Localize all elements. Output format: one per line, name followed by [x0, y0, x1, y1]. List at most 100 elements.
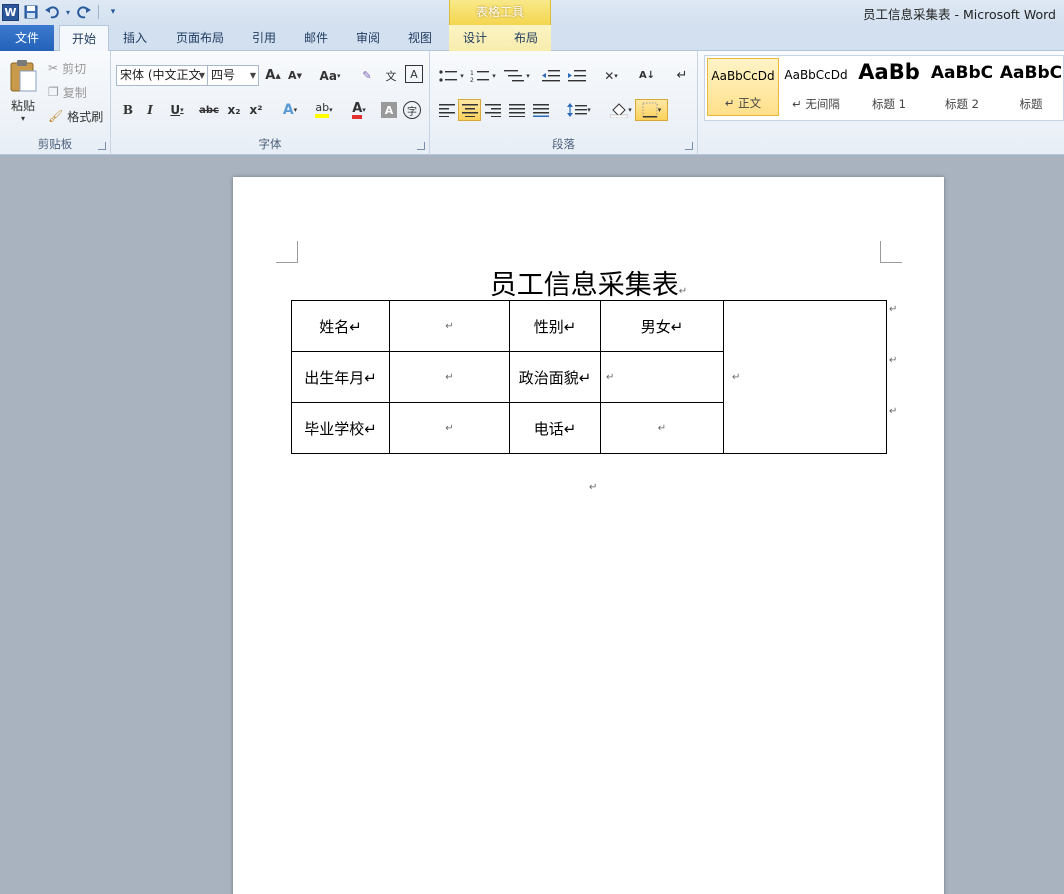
- superscript-button[interactable]: x²: [247, 100, 265, 120]
- document-title[interactable]: 员工信息采集表↵: [233, 263, 944, 302]
- tab-view[interactable]: 视图: [397, 25, 443, 51]
- sort-icon[interactable]: A↓: [636, 65, 658, 86]
- decrease-indent-icon[interactable]: [540, 65, 562, 86]
- line-spacing-icon[interactable]: ▾: [564, 99, 594, 120]
- underline-button[interactable]: U ▾: [164, 100, 190, 120]
- document-page[interactable]: 员工信息采集表↵ 姓名↵ ↵ 性别↵ 男女↵ ↵ 出生年月↵ ↵ 政治面貌↵ ↵…: [233, 177, 944, 894]
- paragraph-launcher-icon[interactable]: [685, 142, 693, 150]
- copy-icon: ❐: [48, 85, 59, 99]
- style-title[interactable]: AaBbC 标题: [999, 58, 1063, 116]
- italic-icon: I: [147, 103, 153, 117]
- tab-table-design[interactable]: 设计: [452, 25, 498, 51]
- employee-info-table: 姓名↵ ↵ 性别↵ 男女↵ ↵ 出生年月↵ ↵ 政治面貌↵ ↵ 毕业学校↵ ↵ …: [291, 300, 887, 454]
- photo-cell[interactable]: ↵: [723, 300, 887, 454]
- text-effects-button[interactable]: A ▾: [277, 100, 303, 120]
- font-launcher-icon[interactable]: [417, 142, 425, 150]
- table-cell-label[interactable]: 出生年月↵: [291, 351, 390, 403]
- font-color-button[interactable]: A ▾: [345, 100, 373, 120]
- quick-access-toolbar: W ▾ ▾: [2, 3, 122, 21]
- multilevel-list-icon[interactable]: ▾: [502, 65, 532, 86]
- tab-references[interactable]: 引用: [241, 25, 287, 51]
- word-app-icon[interactable]: W: [2, 3, 19, 21]
- font-name-select[interactable]: 宋体 (中文正文 ▼: [116, 65, 208, 86]
- table-cell-value[interactable]: ↵: [389, 402, 510, 454]
- clear-formatting-icon[interactable]: ✎: [357, 65, 377, 86]
- subscript-button[interactable]: x₂: [225, 100, 243, 120]
- format-painter-button[interactable]: 🖌 格式刷: [48, 107, 103, 125]
- align-left-icon[interactable]: [436, 99, 458, 120]
- redo-icon[interactable]: [75, 3, 93, 21]
- bold-button[interactable]: B: [119, 100, 137, 120]
- character-shading-icon: A: [384, 103, 394, 117]
- tab-page-layout[interactable]: 页面布局: [164, 25, 236, 51]
- document-area: 员工信息采集表↵ 姓名↵ ↵ 性别↵ 男女↵ ↵ 出生年月↵ ↵ 政治面貌↵ ↵…: [0, 155, 1064, 894]
- title-bar: W ▾ ▾ 表格工具 员工信息采集表 - Microsoft Word: [0, 0, 1064, 25]
- copy-button[interactable]: ❐ 复制: [48, 83, 87, 101]
- character-shading-button[interactable]: A: [381, 102, 397, 118]
- table-cell-value[interactable]: ↵: [389, 300, 510, 352]
- character-border-icon[interactable]: A: [405, 65, 423, 83]
- show-formatting-marks-icon[interactable]: ↵: [672, 65, 692, 86]
- chinese-layout-icon[interactable]: ✕ ▾: [596, 65, 626, 86]
- numbering-icon[interactable]: 1 2 ▾: [468, 65, 498, 86]
- tab-file[interactable]: 文件: [0, 25, 54, 51]
- table-cell-value[interactable]: ↵: [389, 351, 510, 403]
- increase-indent-icon[interactable]: [566, 65, 588, 86]
- tab-insert[interactable]: 插入: [112, 25, 158, 51]
- empty-paragraph-mark[interactable]: ↵: [589, 482, 597, 493]
- align-right-icon[interactable]: [482, 99, 504, 120]
- cut-button[interactable]: ✂ 剪切: [48, 59, 86, 77]
- bold-icon: B: [122, 103, 134, 117]
- borders-icon[interactable]: ▾: [635, 99, 668, 121]
- margin-corner-top-right: [880, 241, 902, 263]
- italic-button[interactable]: I: [141, 100, 159, 120]
- tab-table-layout[interactable]: 布局: [503, 25, 549, 51]
- undo-icon[interactable]: [43, 3, 61, 21]
- align-center-icon[interactable]: [458, 99, 481, 121]
- bullets-icon[interactable]: ▾: [436, 65, 466, 86]
- style-heading-1[interactable]: AaBb 标题 1: [853, 58, 925, 116]
- font-size-select[interactable]: 四号 ▼: [207, 65, 259, 86]
- toolbar-separator: [98, 5, 99, 19]
- tab-review[interactable]: 审阅: [345, 25, 391, 51]
- style-name: 标题 1: [872, 97, 906, 111]
- table-cell-label[interactable]: 政治面貌↵: [509, 351, 601, 403]
- table-cell-label[interactable]: 电话↵: [509, 402, 601, 454]
- style-sample: AaBb: [858, 60, 920, 84]
- clipboard-launcher-icon[interactable]: [98, 142, 106, 150]
- paste-button[interactable]: 粘贴 ▾: [4, 55, 42, 127]
- justify-icon[interactable]: [506, 99, 528, 120]
- format-painter-label: 格式刷: [67, 109, 104, 124]
- style-no-spacing[interactable]: AaBbCcDd ↵ 无间隔: [780, 58, 852, 116]
- tab-home[interactable]: 开始: [59, 25, 109, 52]
- grow-font-button[interactable]: A ▲: [264, 65, 282, 86]
- row-end-mark: ↵: [889, 304, 898, 315]
- shading-icon[interactable]: ▾: [606, 99, 636, 120]
- distributed-icon[interactable]: [530, 99, 552, 120]
- undo-dropdown-icon[interactable]: ▾: [64, 3, 72, 21]
- style-heading-2[interactable]: AaBbC 标题 2: [926, 58, 998, 116]
- enclose-characters-button[interactable]: 字: [403, 101, 421, 119]
- paragraph-group-label: 段落: [552, 137, 575, 151]
- change-case-button[interactable]: Aa ▾: [316, 65, 344, 86]
- font-group-label: 字体: [258, 137, 282, 151]
- table-cell-value[interactable]: ↵: [600, 351, 724, 403]
- paintbrush-icon: 🖌: [48, 109, 64, 123]
- style-normal[interactable]: AaBbCcDd ↵ 正文: [707, 58, 779, 116]
- table-cell-value[interactable]: ↵: [600, 402, 724, 454]
- table-cell-label[interactable]: 性别↵: [509, 300, 601, 352]
- tab-mailings[interactable]: 邮件: [293, 25, 339, 51]
- strikethrough-button[interactable]: abc: [197, 100, 221, 120]
- table-cell-label[interactable]: 姓名↵: [291, 300, 390, 352]
- table-cell-value[interactable]: 男女↵: [600, 300, 724, 352]
- highlight-button[interactable]: ab ▾: [309, 100, 339, 120]
- paragraph-mark: ↵: [678, 286, 688, 297]
- table-cell-label[interactable]: 毕业学校↵: [291, 402, 390, 454]
- clipboard-group: 粘贴 ▾ ✂ 剪切 ❐ 复制 🖌 格式刷 剪贴板: [0, 51, 111, 155]
- customize-toolbar-icon[interactable]: ▾: [104, 3, 122, 21]
- style-sample: AaBbC: [999, 63, 1063, 83]
- shrink-font-button[interactable]: A ▼: [286, 65, 304, 86]
- phonetic-guide-icon[interactable]: 文: [381, 65, 401, 86]
- save-icon[interactable]: [22, 3, 40, 21]
- font-color-icon: A: [352, 102, 363, 119]
